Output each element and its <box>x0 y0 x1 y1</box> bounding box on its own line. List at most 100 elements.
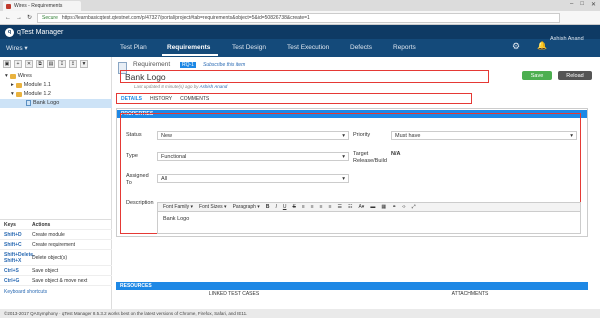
assigned-to-label: Assigned To <box>126 173 149 186</box>
bullet-list-icon[interactable]: ☰ <box>338 204 342 210</box>
nav-test-plan[interactable]: Test Plan <box>120 44 147 51</box>
address-bar-row: ← → ↻ Secure https://learnbasicqtest.qte… <box>0 11 600 25</box>
requirement-title-field[interactable]: Bank Logo <box>120 70 489 83</box>
collapse-icon: ▾ <box>5 73 8 79</box>
last-updated: Last updated 8 minute(s) ago by Ashish A… <box>134 84 228 89</box>
shortcut-key: Ctrl+G <box>4 277 20 284</box>
app-header: q qTest Manager <box>0 25 600 39</box>
actions-header: Actions <box>32 221 51 228</box>
new-module-icon[interactable]: ▣ <box>3 60 11 68</box>
resources-columns: LINKED TEST CASES ATTACHMENTS <box>116 291 588 301</box>
filter-icon[interactable]: ▼ <box>80 60 88 68</box>
project-selector[interactable]: Wires ▾ <box>6 44 28 52</box>
qtest-logo-icon: q <box>5 27 14 37</box>
shortcut-action: Delete object(s) <box>32 254 68 261</box>
justify-icon[interactable]: ≡ <box>329 204 332 210</box>
font-color-icon[interactable]: A▾ <box>358 204 364 210</box>
tab-details[interactable]: DETAILS <box>121 96 142 102</box>
target-release-label: Target Release/Build <box>353 151 387 164</box>
footer: ©2013-2017 QASymphony · qTest Manager 8.… <box>0 309 600 318</box>
back-icon[interactable]: ← <box>5 15 11 21</box>
nav-requirements[interactable]: Requirements <box>167 44 210 51</box>
tree-root[interactable]: ▾ Wires <box>5 72 32 80</box>
description-editor[interactable]: Bank Logo <box>157 212 581 234</box>
priority-select[interactable]: Must have ▾ <box>391 131 577 140</box>
shortcut-key: Ctrl+S <box>4 267 19 274</box>
link-icon[interactable]: ⚭ <box>392 204 396 210</box>
tree-module[interactable]: ▸ Module 1.1 <box>11 81 51 89</box>
copy-icon[interactable]: ⧉ <box>36 60 44 68</box>
tab-comments[interactable]: COMMENTS <box>180 96 209 102</box>
attachments-header: ATTACHMENTS <box>451 291 489 297</box>
browser-tab-title: Wires - Requirements <box>14 3 63 9</box>
tree-module[interactable]: ▾ Module 1.2 <box>11 90 51 98</box>
nav-test-execution[interactable]: Test Execution <box>287 44 329 51</box>
window-controls: – □ ✕ <box>570 1 596 8</box>
chevron-down-icon: ▾ <box>342 175 345 182</box>
font-sizes-dropdown[interactable]: Font Sizes ▾ <box>199 204 227 210</box>
requirement-label: Requirement <box>133 61 171 68</box>
shortcut-action: Save object <box>32 267 59 274</box>
align-center-icon[interactable]: ≡ <box>311 204 314 210</box>
paragraph-dropdown[interactable]: Paragraph ▾ <box>233 204 260 210</box>
shortcut-key: Shift+Delete, Shift+X <box>4 251 35 264</box>
bold-icon[interactable]: B <box>266 204 270 210</box>
export-icon[interactable]: ↥ <box>69 60 77 68</box>
description-text: Bank Logo <box>163 216 190 222</box>
close-icon[interactable]: ✕ <box>591 1 596 8</box>
maximize-icon[interactable]: □ <box>580 1 584 8</box>
save-button[interactable]: Save <box>522 71 552 80</box>
import-icon[interactable]: ↧ <box>58 60 66 68</box>
background-color-icon[interactable]: ▬ <box>370 204 375 210</box>
status-select[interactable]: New ▾ <box>157 131 349 140</box>
reload-button[interactable]: Reload <box>558 71 592 80</box>
paste-icon[interactable]: ▤ <box>47 60 55 68</box>
url-text: https://learnbasicqtest.qtestnet.com/p/4… <box>61 14 310 21</box>
shortcut-key: Shift+C <box>4 241 22 248</box>
assigned-to-select[interactable]: All ▾ <box>157 174 349 183</box>
table-icon[interactable]: ▦ <box>381 204 386 210</box>
resources-header[interactable]: RESOURCES <box>116 282 588 290</box>
keyboard-shortcuts-link[interactable]: Keyboard shortcuts <box>0 289 112 295</box>
new-requirement-icon[interactable]: + <box>14 60 22 68</box>
subscribe-link[interactable]: Subscribe this item <box>203 62 245 68</box>
italic-icon[interactable]: I <box>275 204 276 210</box>
refresh-icon[interactable]: ↻ <box>27 14 32 21</box>
folder-icon <box>15 82 22 88</box>
url-input[interactable]: Secure https://learnbasicqtest.qtestnet.… <box>37 12 560 23</box>
browser-tab[interactable]: Wires - Requirements <box>3 1 81 11</box>
gear-icon[interactable]: ⚙ <box>512 41 520 52</box>
tree-requirement[interactable]: Bank Logo <box>26 99 59 107</box>
delete-icon[interactable]: ✕ <box>25 60 33 68</box>
forward-icon[interactable]: → <box>16 15 22 21</box>
fullscreen-icon[interactable]: ⤢ <box>412 204 416 210</box>
numbered-list-icon[interactable]: ☷ <box>348 204 352 210</box>
nav-defects[interactable]: Defects <box>350 44 372 51</box>
qtest-favicon-icon <box>6 3 11 9</box>
code-icon[interactable]: ‹› <box>402 204 405 210</box>
notification-bell-icon[interactable]: 🔔 <box>537 41 547 50</box>
type-select[interactable]: Functional ▾ <box>157 152 349 161</box>
folder-icon <box>15 91 22 97</box>
strikethrough-icon[interactable]: S <box>292 204 295 210</box>
tree-toolbar: ▣ + ✕ ⧉ ▤ ↧ ↥ ▼ <box>3 60 88 68</box>
font-family-dropdown[interactable]: Font Family ▾ <box>163 204 193 210</box>
underline-icon[interactable]: U <box>283 204 287 210</box>
align-left-icon[interactable]: ≡ <box>302 204 305 210</box>
tab-history[interactable]: HISTORY <box>150 96 172 102</box>
editor-toolbar: Font Family ▾ Font Sizes ▾ Paragraph ▾ B… <box>157 202 581 212</box>
user-name[interactable]: Ashish Anand <box>550 36 584 42</box>
nav-test-design[interactable]: Test Design <box>232 44 266 51</box>
shortcut-action: Save object & move next <box>32 277 88 284</box>
keyboard-shortcuts-panel: Keys Actions Shift+D Create module Shift+C… <box>0 219 112 307</box>
minimize-icon[interactable]: – <box>570 1 573 8</box>
active-tab-indicator <box>162 54 218 56</box>
align-right-icon[interactable]: ≡ <box>320 204 323 210</box>
nav-reports[interactable]: Reports <box>393 44 416 51</box>
chevron-down-icon: ▾ <box>342 132 345 139</box>
detail-tabs: DETAILS HISTORY COMMENTS <box>116 93 472 104</box>
target-release-value: N/A <box>391 151 401 157</box>
shortcut-action: Create module <box>32 231 65 238</box>
priority-label: Priority <box>353 132 371 138</box>
secure-label: Secure <box>42 14 58 21</box>
